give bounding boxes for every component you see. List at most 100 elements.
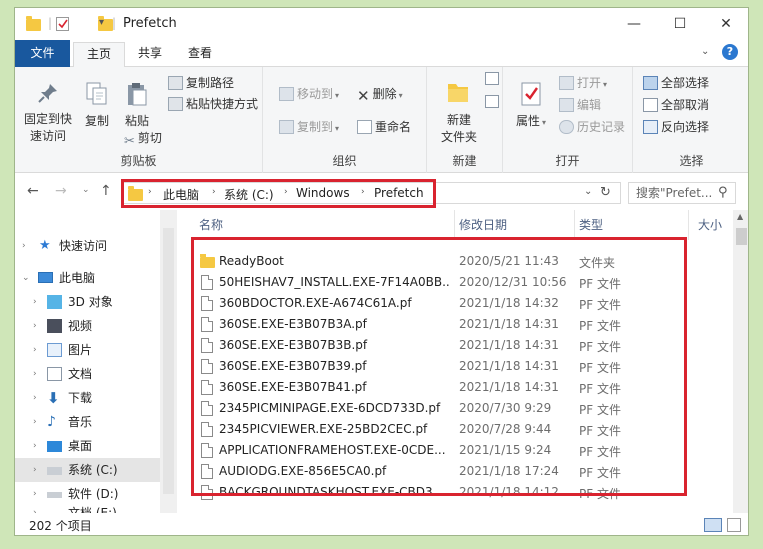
close-button[interactable]: ✕ <box>703 8 748 40</box>
help-icon[interactable]: ? <box>722 44 738 60</box>
address-dropdown-icon[interactable]: ⌄ <box>584 186 592 197</box>
paste-shortcut-icon <box>168 97 183 111</box>
properties-icon <box>521 82 541 106</box>
forward-arrow-icon[interactable]: → <box>55 183 67 199</box>
nav-item-videos[interactable]: › 视频 <box>15 314 160 338</box>
file-list-scrollbar[interactable]: ▲ <box>733 210 748 513</box>
paste-button[interactable]: 粘贴 <box>117 81 157 130</box>
nav-item-3d-objects[interactable]: › 3D 对象 <box>15 290 160 314</box>
new-folder-icon <box>448 84 468 102</box>
scroll-up-icon[interactable]: ▲ <box>737 212 743 221</box>
paste-icon <box>128 83 147 106</box>
window-title: Prefetch <box>123 16 177 31</box>
maximize-button[interactable]: ☐ <box>657 8 703 40</box>
open-icon <box>559 76 574 90</box>
up-arrow-icon[interactable]: ↑ <box>100 183 112 199</box>
column-header-size[interactable]: 大小 <box>698 216 722 233</box>
copy-path-icon <box>168 76 183 90</box>
open-group: 属性 ▾ 打开 ▾ 编辑 历史记录 打开 <box>503 67 633 173</box>
nav-item-drive-c[interactable]: › 系统 (C:) <box>15 458 160 482</box>
cube-icon <box>47 295 62 309</box>
select-all-icon <box>643 76 658 90</box>
new-group-label: 新建 <box>452 154 477 168</box>
item-count: 202 个项目 <box>29 519 92 533</box>
collapse-ribbon-icon[interactable]: ⌄ <box>701 46 709 57</box>
paste-shortcut-button[interactable]: 粘贴快捷方式 <box>168 94 258 114</box>
select-none-icon <box>643 98 658 112</box>
new-item-icon[interactable] <box>485 72 499 85</box>
back-arrow-icon[interactable]: ← <box>27 183 39 199</box>
clipboard-group-label: 剪贴板 <box>120 154 157 168</box>
tab-home[interactable]: 主页 <box>73 42 125 68</box>
move-to-button[interactable]: 移动到 ▾ <box>279 84 339 104</box>
tab-file[interactable]: 文件 <box>15 40 70 67</box>
column-header-date[interactable]: 修改日期 <box>459 216 507 233</box>
nav-item-drive-d[interactable]: › 软件 (D:) <box>15 482 160 506</box>
column-header-name[interactable]: 名称 <box>199 216 223 233</box>
nav-item-this-pc[interactable]: ⌄ 此电脑 <box>15 266 160 290</box>
pin-quick-access-button[interactable]: 固定到快 速访问 <box>19 81 77 145</box>
nav-item-pictures[interactable]: › 图片 <box>15 338 160 362</box>
edit-button[interactable]: 编辑 <box>559 95 601 115</box>
video-icon <box>47 319 62 333</box>
delete-x-icon: ✕ <box>357 87 370 105</box>
desktop-icon <box>47 441 62 452</box>
rename-icon <box>357 120 372 134</box>
select-all-button[interactable]: 全部选择 <box>643 73 709 93</box>
address-highlight-box <box>121 179 436 208</box>
nav-pane-scrollbar[interactable] <box>160 210 177 513</box>
tab-share[interactable]: 共享 <box>128 42 172 67</box>
document-icon <box>47 367 62 381</box>
folder-icon <box>26 16 41 31</box>
computer-icon <box>38 272 53 283</box>
details-view-icon[interactable] <box>704 518 722 532</box>
open-group-label: 打开 <box>555 154 580 168</box>
history-button[interactable]: 历史记录 <box>559 117 625 137</box>
pin-icon <box>38 84 57 103</box>
copy-path-button[interactable]: 复制路径 <box>168 73 234 93</box>
nav-item-music[interactable]: › ♪ 音乐 <box>15 410 160 434</box>
drive-icon <box>47 467 62 475</box>
copy-to-button[interactable]: 复制到 ▾ <box>279 117 339 137</box>
move-to-icon <box>279 87 294 101</box>
nav-item-desktop[interactable]: › 桌面 <box>15 434 160 458</box>
open-button[interactable]: 打开 ▾ <box>559 73 607 93</box>
select-group-label: 选择 <box>679 154 704 168</box>
copy-icon <box>86 82 107 105</box>
properties-button[interactable]: 属性 ▾ <box>509 81 553 131</box>
recent-locations-icon[interactable]: ⌄ <box>82 185 90 195</box>
column-header-type[interactable]: 类型 <box>579 216 603 233</box>
status-bar: 202 个项目 <box>15 513 748 535</box>
tab-view[interactable]: 查看 <box>178 42 222 67</box>
select-group: 全部选择 全部取消 反向选择 选择 <box>633 67 748 173</box>
cut-button[interactable]: ✂ 剪切 <box>124 128 162 149</box>
nav-item-quick-access[interactable]: › ★ 快速访问 <box>15 234 160 258</box>
drive-icon <box>47 492 62 498</box>
invert-selection-button[interactable]: 反向选择 <box>643 117 709 137</box>
customize-quick-access-icon[interactable]: ▾ <box>99 17 104 33</box>
edit-icon <box>559 98 574 112</box>
chevron-down-icon: ⌄ <box>22 273 30 283</box>
properties-quick-icon[interactable] <box>56 17 69 31</box>
search-icon[interactable]: ⚲ <box>718 185 728 200</box>
delete-button[interactable]: ✕ 删除 ▾ <box>357 84 403 105</box>
minimize-button[interactable]: — <box>611 8 657 40</box>
easy-access-icon[interactable] <box>485 95 499 108</box>
refresh-icon[interactable]: ↻ <box>600 185 611 200</box>
copy-button[interactable]: 复制 <box>77 81 117 130</box>
nav-item-documents[interactable]: › 文档 <box>15 362 160 386</box>
chevron-right-icon: › <box>22 241 26 251</box>
select-none-button[interactable]: 全部取消 <box>643 95 709 115</box>
nav-item-downloads[interactable]: › ⬇ 下载 <box>15 386 160 410</box>
title-bar: | ▾ | Prefetch — ☐ ✕ <box>15 8 748 40</box>
clipboard-group: 固定到快 速访问 复制 粘贴 复制路径 粘贴快捷方式 ✂ 剪切 剪贴板 <box>15 67 263 173</box>
ribbon: 固定到快 速访问 复制 粘贴 复制路径 粘贴快捷方式 ✂ 剪切 剪贴板 移动到 … <box>15 67 748 173</box>
star-icon: ★ <box>39 238 51 253</box>
organize-group-label: 组织 <box>332 154 357 168</box>
rename-button[interactable]: 重命名 <box>357 117 411 137</box>
large-icons-view-icon[interactable] <box>727 518 741 532</box>
new-folder-button[interactable]: 新建 文件夹 <box>435 78 483 146</box>
invert-selection-icon <box>643 120 658 134</box>
download-arrow-icon: ⬇ <box>47 389 60 407</box>
scissors-icon: ✂ <box>124 134 135 149</box>
